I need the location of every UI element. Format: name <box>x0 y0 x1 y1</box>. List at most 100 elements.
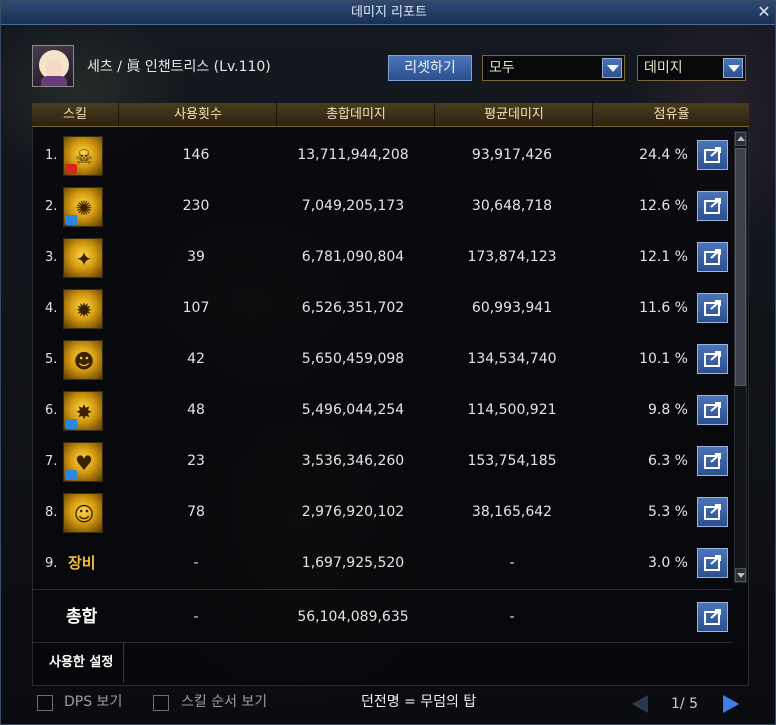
sort-dropdown[interactable]: 데미지 <box>637 55 746 81</box>
close-icon[interactable]: ✕ <box>755 3 773 21</box>
page-prev-icon[interactable] <box>632 695 648 713</box>
share-icon[interactable] <box>697 191 728 221</box>
row-uses: 107 <box>182 300 210 316</box>
chevron-down-icon[interactable] <box>602 58 622 78</box>
table-row: 4. ✹ 107 6,526,351,702 60,993,941 11.6 % <box>32 283 732 334</box>
row-total-damage: 3,536,346,260 <box>301 453 405 469</box>
row-rank: 8. <box>45 505 58 520</box>
chevron-down-icon[interactable] <box>723 58 743 78</box>
scroll-down-icon[interactable] <box>735 568 746 582</box>
row-avg-damage: 114,500,921 <box>467 402 557 418</box>
row-share: 5.3 % <box>647 504 688 520</box>
filter-dropdown-value: 모두 <box>489 60 515 76</box>
row-uses: 23 <box>187 453 205 469</box>
table-row: 8. ☺ 78 2,976,920,102 38,165,642 5.3 % <box>32 487 732 538</box>
row-share: 24.4 % <box>639 147 688 163</box>
row-total-damage: 6,781,090,804 <box>301 249 405 265</box>
share-icon[interactable] <box>697 497 728 527</box>
skill-icon: ☠ <box>63 136 103 176</box>
row-rank: 7. <box>45 454 58 469</box>
row-total-damage: 13,711,944,208 <box>297 147 409 163</box>
row-share: 12.6 % <box>639 198 688 214</box>
share-icon[interactable] <box>697 242 728 272</box>
row-avg-damage: 30,648,718 <box>471 198 553 214</box>
total-avg-damage: - <box>509 609 515 625</box>
bottom-bar: DPS 보기 스킬 순서 보기 던전명 = 무덤의 탑 1/ 5 <box>1 687 775 724</box>
header-uses: 사용횟수 <box>120 103 277 127</box>
share-icon[interactable] <box>697 548 728 578</box>
character-name: 세츠 / 眞 인챈트리스 (Lv.110) <box>87 59 271 75</box>
share-icon[interactable] <box>697 395 728 425</box>
table-row: 6. ✸ 48 5,496,044,254 114,500,921 9.8 % <box>32 385 732 436</box>
table-row: 7. ♥ 23 3,536,346,260 153,754,185 6.3 % <box>32 436 732 487</box>
skill-icon: ♥ <box>63 442 103 482</box>
row-total-damage: 7,049,205,173 <box>301 198 405 214</box>
table-scrollbar[interactable] <box>734 131 747 583</box>
row-total-damage: 6,526,351,702 <box>301 300 405 316</box>
row-uses: - <box>193 555 199 571</box>
row-uses: 42 <box>187 351 205 367</box>
row-uses: 146 <box>182 147 210 163</box>
skill-icon: ☺ <box>63 493 103 533</box>
table-row: 2. ✺ 230 7,049,205,173 30,648,718 12.6 % <box>32 181 732 232</box>
share-icon[interactable] <box>697 344 728 374</box>
table-header: 스킬 사용횟수 총합데미지 평균데미지 점유율 <box>32 103 749 127</box>
table-row: 9. 장비 - 1,697,925,520 - 3.0 % <box>32 538 732 589</box>
skill-order-checkbox[interactable] <box>153 695 169 711</box>
row-share: 12.1 % <box>639 249 688 265</box>
damage-report-window: 데미지 리포트 ✕ 세츠 / 眞 인챈트리스 (Lv.110) 리셋하기 모두 … <box>0 0 776 725</box>
title-bar[interactable]: 데미지 리포트 ✕ <box>1 1 775 25</box>
share-icon[interactable] <box>697 140 728 170</box>
skill-icon: ✸ <box>63 391 103 431</box>
settings-row: 사용한 설정 <box>32 643 732 683</box>
row-share: 9.8 % <box>647 402 688 418</box>
row-rank: 3. <box>45 250 58 265</box>
row-share: 6.3 % <box>647 453 688 469</box>
reset-button[interactable]: 리셋하기 <box>388 55 472 81</box>
row-avg-damage: - <box>509 555 515 571</box>
table-row: 5. ☻ 42 5,650,459,098 134,534,740 10.1 % <box>32 334 732 385</box>
table-row: 1. ☠ 146 13,711,944,208 93,917,426 24.4 … <box>32 130 732 181</box>
sort-dropdown-value: 데미지 <box>644 60 683 76</box>
total-uses: - <box>193 609 199 625</box>
filter-dropdown[interactable]: 모두 <box>482 55 625 81</box>
window-title: 데미지 리포트 <box>351 5 427 20</box>
total-row: 총합 - 56,104,089,635 - <box>32 589 732 643</box>
table-row: 3. ✦ 39 6,781,090,804 173,874,123 12.1 % <box>32 232 732 283</box>
page-next-icon[interactable] <box>723 695 739 713</box>
header-avg-damage: 평균데미지 <box>436 103 593 127</box>
share-icon[interactable] <box>697 602 728 632</box>
row-avg-damage: 134,534,740 <box>467 351 557 367</box>
row-share: 11.6 % <box>639 300 688 316</box>
row-uses: 48 <box>187 402 205 418</box>
skill-order-label: 스킬 순서 보기 <box>181 694 268 710</box>
share-icon[interactable] <box>697 446 728 476</box>
skill-icon: ✺ <box>63 187 103 227</box>
character-avatar <box>32 45 74 87</box>
skill-icon: ✦ <box>63 238 103 278</box>
page-indicator: 1/ 5 <box>671 696 698 712</box>
header-skill: 스킬 <box>32 103 119 127</box>
row-rank: 2. <box>45 199 58 214</box>
row-avg-damage: 153,754,185 <box>467 453 557 469</box>
equipment-label: 장비 <box>68 554 96 572</box>
row-share: 3.0 % <box>647 555 688 571</box>
skill-icon: ✹ <box>63 289 103 329</box>
scroll-thumb[interactable] <box>735 148 746 386</box>
row-total-damage: 5,496,044,254 <box>301 402 405 418</box>
row-total-damage: 1,697,925,520 <box>301 555 405 571</box>
share-icon[interactable] <box>697 293 728 323</box>
row-rank: 5. <box>45 352 58 367</box>
row-avg-damage: 38,165,642 <box>471 504 553 520</box>
row-rank: 6. <box>45 403 58 418</box>
row-uses: 39 <box>187 249 205 265</box>
dungeon-info: 던전명 = 무덤의 탑 <box>361 694 477 710</box>
row-avg-damage: 93,917,426 <box>471 147 553 163</box>
row-avg-damage: 173,874,123 <box>467 249 557 265</box>
settings-label: 사용한 설정 <box>49 643 125 683</box>
row-rank: 1. <box>45 148 58 163</box>
dps-checkbox[interactable] <box>37 695 53 711</box>
scroll-up-icon[interactable] <box>735 132 746 146</box>
row-avg-damage: 60,993,941 <box>471 300 553 316</box>
row-share: 10.1 % <box>639 351 688 367</box>
